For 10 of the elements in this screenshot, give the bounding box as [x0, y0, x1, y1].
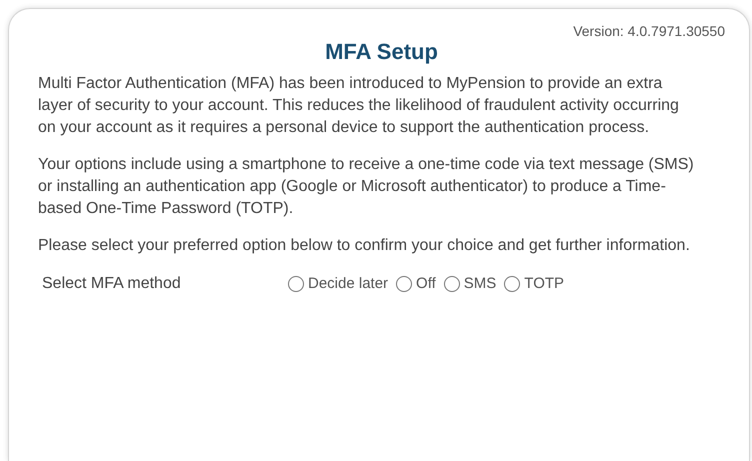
- page-title: MFA Setup: [325, 39, 438, 64]
- paragraph: Your options include using a smartphone to receive a one-time code via text message (SMS) or installing an authentication app (Google or Microsoft authenticator) to produce a Time-based One-Time Password (TOTP).: [38, 155, 695, 219]
- radio-option[interactable]: TOTP: [504, 273, 564, 295]
- field-label: Select MFA method: [41, 274, 182, 294]
- radio-option[interactable]: Decide later: [288, 273, 388, 295]
- paragraph: Multi Factor Authentication (MFA) has been introduced to MyPension to provide an extra layer of security to your account. This reduces the likelihood of fraudulent activity occurring on your account as it requires a personal device to support the authentication process.: [38, 74, 680, 138]
- radio-option[interactable]: Off: [396, 273, 436, 295]
- version-text: Version: 4.0.7971.30550: [573, 23, 725, 39]
- radio-option[interactable]: SMS: [444, 273, 496, 295]
- paragraph: Please select your preferred option below to confirm your choice and get further information.: [38, 236, 691, 256]
